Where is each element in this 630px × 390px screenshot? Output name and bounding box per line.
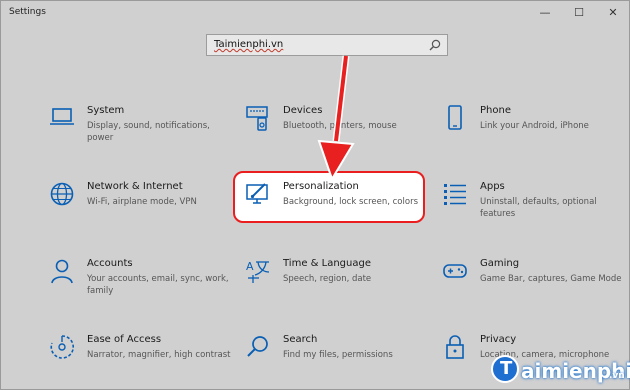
time-language-icon: A	[246, 260, 270, 283]
settings-search-box[interactable]: Taimienphi.vn	[206, 34, 448, 56]
tile-personalization[interactable]: Personalization Background, lock screen,…	[245, 181, 425, 241]
tile-desc: Display, sound, notifications, power	[87, 121, 210, 143]
watermark-logo: T aimienphi .vn	[491, 353, 630, 387]
tile-gaming[interactable]: Gaming Game Bar, captures, Game Mode	[442, 258, 622, 318]
tile-phone[interactable]: Phone Link your Android, iPhone	[442, 105, 622, 165]
tile-desc: Game Bar, captures, Game Mode	[480, 274, 622, 284]
gamepad-icon	[443, 264, 467, 278]
tile-title: Accounts	[87, 258, 133, 269]
tile-title: Search	[283, 334, 318, 345]
tile-desc: Link your Android, iPhone	[480, 121, 589, 131]
tile-desc: Background, lock screen, colors	[283, 197, 418, 207]
logo-tld: .vn	[609, 371, 625, 381]
tile-title: Personalization	[283, 181, 359, 192]
maximize-button[interactable]: ☐	[567, 3, 591, 23]
ease-of-access-icon	[50, 335, 74, 359]
tile-desc: Speech, region, date	[283, 274, 372, 284]
tile-desc: Uninstall, defaults, optional features	[480, 197, 597, 219]
tile-ease-of-access[interactable]: Ease of Access Narrator, magnifier, high…	[49, 334, 230, 390]
tile-desc: Your accounts, email, sync, work, family	[87, 274, 229, 296]
tile-title: Privacy	[480, 334, 517, 345]
tile-desc: Wi-Fi, airplane mode, VPN	[87, 197, 197, 207]
search-icon	[247, 336, 268, 357]
tile-title: Network & Internet	[87, 181, 183, 192]
person-icon	[51, 259, 73, 284]
laptop-icon	[50, 108, 74, 125]
tile-apps[interactable]: Apps Uninstall, defaults, optional featu…	[442, 181, 622, 241]
apps-icon	[444, 184, 466, 205]
tile-title: Gaming	[480, 258, 520, 269]
search-icon[interactable]	[429, 39, 441, 51]
tile-desc: Find my files, permissions	[283, 350, 393, 360]
tile-search[interactable]: Search Find my files, permissions	[245, 334, 425, 390]
tile-accounts[interactable]: Accounts Your accounts, email, sync, wor…	[49, 258, 229, 318]
phone-icon	[448, 105, 462, 130]
tile-title: Time & Language	[283, 258, 371, 269]
title-bar: Settings — ☐ ✕	[1, 1, 630, 27]
window-title: Settings	[9, 7, 46, 17]
tile-title: Phone	[480, 105, 511, 116]
minimize-button[interactable]: —	[533, 3, 557, 23]
tile-desc: Bluetooth, printers, mouse	[283, 121, 397, 131]
logo-mark: T	[491, 355, 519, 383]
globe-icon	[50, 182, 74, 206]
tile-network[interactable]: Network & Internet Wi-Fi, airplane mode,…	[49, 181, 229, 241]
tile-desc: Narrator, magnifier, high contrast	[87, 350, 231, 360]
tile-time-language[interactable]: A Time & Language Speech, region, date	[245, 258, 425, 318]
logo-mark-letter: T	[500, 358, 513, 379]
search-input[interactable]: Taimienphi.vn	[214, 39, 283, 50]
lock-icon	[446, 335, 464, 359]
tile-devices[interactable]: Devices Bluetooth, printers, mouse	[245, 105, 425, 165]
personalization-icon	[246, 183, 268, 204]
close-button[interactable]: ✕	[601, 3, 625, 23]
tile-system[interactable]: System Display, sound, notifications, po…	[49, 105, 229, 165]
settings-window: Settings — ☐ ✕ Taimienphi.vn System Disp…	[0, 0, 630, 390]
tile-title: Apps	[480, 181, 505, 192]
tile-title: Ease of Access	[87, 334, 162, 345]
svg-text:A: A	[246, 260, 254, 273]
tile-title: Devices	[283, 105, 323, 116]
tile-title: System	[87, 105, 125, 116]
devices-icon	[246, 106, 268, 131]
